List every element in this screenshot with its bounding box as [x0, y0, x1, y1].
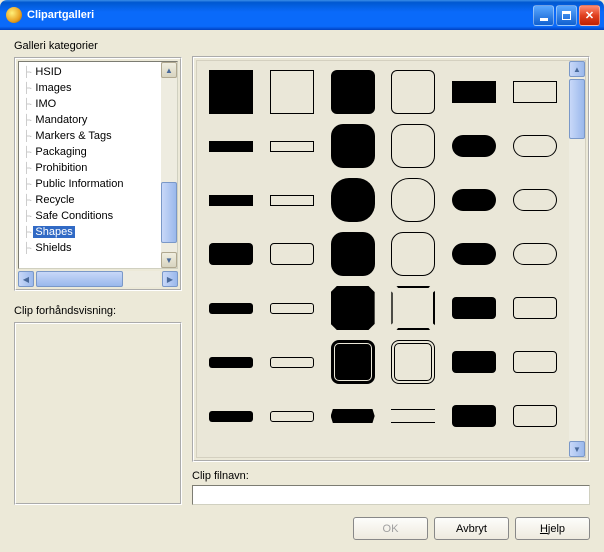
ok-button[interactable]: OK	[353, 517, 428, 540]
preview-label: Clip forhåndsvisning:	[14, 305, 182, 317]
filename-input[interactable]	[192, 485, 590, 505]
titlebar[interactable]: Clipartgalleri	[0, 0, 604, 30]
gallery-thumb[interactable]	[264, 67, 321, 117]
window-title: Clipartgalleri	[27, 9, 94, 21]
tree-item-mandatory[interactable]: ├·Mandatory	[19, 112, 161, 128]
gallery-scroll-up[interactable]: ▲	[569, 61, 585, 77]
gallery-thumb[interactable]	[385, 283, 442, 333]
close-button[interactable]	[579, 5, 600, 26]
gallery-thumb[interactable]	[446, 391, 503, 441]
scroll-right-button[interactable]: ▶	[162, 271, 178, 287]
gallery-thumb[interactable]	[506, 175, 563, 225]
tree-item-public-information[interactable]: ├·Public Information	[19, 176, 161, 192]
filename-label: Clip filnavn:	[192, 470, 590, 482]
gallery-thumb[interactable]	[203, 229, 260, 279]
gallery-grid[interactable]	[197, 61, 569, 457]
gallery-thumb[interactable]	[385, 391, 442, 441]
gallery-thumb[interactable]	[446, 121, 503, 171]
app-icon	[6, 7, 22, 23]
tree-horizontal-scrollbar[interactable]: ◀ ▶	[18, 271, 178, 287]
gallery-thumb[interactable]	[324, 391, 381, 441]
gallery-thumb[interactable]	[324, 229, 381, 279]
scroll-up-button[interactable]: ▲	[161, 62, 177, 78]
gallery-thumb[interactable]	[506, 391, 563, 441]
tree-item-packaging[interactable]: ├·Packaging	[19, 144, 161, 160]
scroll-down-button[interactable]: ▼	[161, 252, 177, 268]
gallery-vertical-scrollbar[interactable]: ▲ ▼	[569, 61, 585, 457]
gallery-thumb[interactable]	[203, 283, 260, 333]
gallery-thumb[interactable]	[264, 175, 321, 225]
gallery-scroll-down[interactable]: ▼	[569, 441, 585, 457]
gallery-thumb[interactable]	[324, 67, 381, 117]
gallery-thumb[interactable]	[203, 175, 260, 225]
gallery-thumb[interactable]	[203, 67, 260, 117]
gallery-thumb[interactable]	[385, 337, 442, 387]
tree-item-recycle[interactable]: ├·Recycle	[19, 192, 161, 208]
gallery-thumb[interactable]	[324, 337, 381, 387]
category-tree-container: ├·HSID├·Images├·IMO├·Mandatory├·Markers …	[14, 57, 182, 291]
gallery-thumb[interactable]	[506, 229, 563, 279]
gallery-thumb[interactable]	[264, 391, 321, 441]
tree-item-shields[interactable]: ├·Shields	[19, 240, 161, 256]
gallery-thumb[interactable]	[385, 121, 442, 171]
gallery-thumb[interactable]	[324, 175, 381, 225]
gallery-thumb[interactable]	[385, 67, 442, 117]
tree-item-prohibition[interactable]: ├·Prohibition	[19, 160, 161, 176]
cancel-button[interactable]: Avbryt	[434, 517, 509, 540]
category-tree[interactable]: ├·HSID├·Images├·IMO├·Mandatory├·Markers …	[19, 62, 161, 268]
maximize-button[interactable]	[556, 5, 577, 26]
tree-item-images[interactable]: ├·Images	[19, 80, 161, 96]
scroll-left-button[interactable]: ◀	[18, 271, 34, 287]
gallery-container: ▲ ▼	[192, 56, 590, 462]
categories-label: Galleri kategorier	[14, 40, 182, 52]
gallery-thumb[interactable]	[264, 229, 321, 279]
gallery-thumb[interactable]	[385, 229, 442, 279]
gallery-thumb[interactable]	[264, 337, 321, 387]
tree-item-hsid[interactable]: ├·HSID	[19, 64, 161, 80]
gallery-thumb[interactable]	[506, 337, 563, 387]
gallery-thumb[interactable]	[506, 67, 563, 117]
gallery-thumb[interactable]	[324, 121, 381, 171]
tree-item-safe-conditions[interactable]: ├·Safe Conditions	[19, 208, 161, 224]
help-button[interactable]: Hjelp	[515, 517, 590, 540]
gallery-thumb[interactable]	[446, 229, 503, 279]
gallery-thumb[interactable]	[264, 121, 321, 171]
gallery-thumb[interactable]	[264, 283, 321, 333]
gallery-thumb[interactable]	[506, 283, 563, 333]
gallery-thumb[interactable]	[324, 283, 381, 333]
gallery-thumb[interactable]	[446, 337, 503, 387]
minimize-button[interactable]	[533, 5, 554, 26]
gallery-thumb[interactable]	[203, 121, 260, 171]
tree-item-imo[interactable]: ├·IMO	[19, 96, 161, 112]
gallery-thumb[interactable]	[446, 283, 503, 333]
tree-item-markers-tags[interactable]: ├·Markers & Tags	[19, 128, 161, 144]
gallery-thumb[interactable]	[385, 175, 442, 225]
tree-vertical-scrollbar[interactable]: ▲ ▼	[161, 62, 177, 268]
gallery-thumb[interactable]	[203, 337, 260, 387]
preview-pane	[14, 322, 182, 505]
gallery-thumb[interactable]	[446, 175, 503, 225]
gallery-thumb[interactable]	[203, 391, 260, 441]
gallery-thumb[interactable]	[506, 121, 563, 171]
tree-item-shapes[interactable]: ├·Shapes	[19, 224, 161, 240]
gallery-thumb[interactable]	[446, 67, 503, 117]
